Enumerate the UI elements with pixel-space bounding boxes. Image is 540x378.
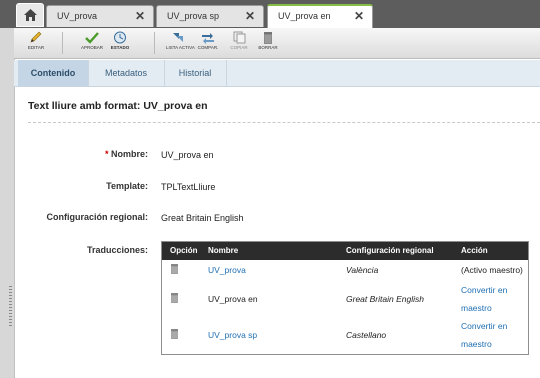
status-label: ESTADO [110,45,130,50]
compare-button[interactable]: COMPAR. [196,31,220,50]
delete-label: BORRAR [258,45,278,50]
edit-label: EDITAR [27,45,45,50]
compare-label: COMPAR. [197,45,219,50]
tab-uv-prova-en[interactable]: UV_prova en ✕ [267,4,373,28]
close-icon[interactable]: ✕ [135,10,145,22]
translation-name-link[interactable]: UV_prova [208,265,246,275]
table-row: UV_prova València (Activo maestro) [162,260,528,280]
config-label: Configuración regional: [46,212,148,222]
compare-icon [202,33,214,44]
translations-table: Opción Nombre Configuración regional Acc… [161,241,529,355]
close-icon[interactable]: ✕ [245,10,255,22]
home-icon [23,9,37,21]
left-panel-bar [0,28,15,378]
toolbar-separator [154,32,155,54]
page-title: Text lliure amb format: UV_prova en [28,100,208,112]
convert-master-link[interactable]: Convertir en [461,321,507,331]
toolbar-separator [62,32,63,54]
delete-button[interactable]: BORRAR [256,31,280,50]
divider [28,122,540,123]
config-value: Great Britain English [161,213,244,223]
approve-label: APROBAR [80,45,103,50]
copy-icon [233,31,246,44]
tab-label: UV_prova sp [167,11,220,21]
active-list-label: LISTA ACTIVA [166,45,195,50]
trash-icon[interactable] [170,264,179,274]
approve-button[interactable]: APROBAR [80,31,104,50]
translation-locale: Castellano [346,330,387,340]
tab-contenido[interactable]: Contenido [18,60,89,86]
active-list-button[interactable]: LISTA ACTIVA [166,31,195,50]
nombre-label: * Nombre: [70,149,148,159]
convert-master-link[interactable]: Convertir en [461,285,507,295]
template-label: Template: [106,181,148,191]
nombre-label-text: Nombre: [110,149,148,159]
translation-locale: Great Britain English [346,294,424,304]
template-value: TPLTextLliure [161,182,216,192]
tab-metadatos[interactable]: Metadatos [88,60,165,86]
tab-label: UV_prova [57,11,98,21]
nombre-value: UV_prova en [161,150,214,160]
tab-historial[interactable]: Historial [164,60,227,86]
header-accion: Acción [461,246,488,255]
table-row: UV_prova en Great Britain English Conver… [162,282,528,318]
traducciones-label: Traducciones: [86,245,148,255]
toolbar: EDITAR APROBAR ESTADO LISTA ACTIVA COMPA… [14,28,540,59]
translation-name-link[interactable]: UV_prova sp [208,330,257,340]
header-config: Configuración regional [346,246,434,255]
header-nombre: Nombre [208,246,239,255]
tab-uv-prova[interactable]: UV_prova ✕ [46,5,154,27]
copy-button[interactable]: COPIAR [227,31,251,50]
active-list-icon [173,33,183,42]
pencil-icon [30,31,42,43]
close-icon[interactable]: ✕ [354,10,364,22]
convert-master-link-line2[interactable]: maestro [461,303,492,313]
status-button[interactable]: ESTADO [108,31,132,50]
copy-label: COPIAR [230,45,248,50]
content-tabs: Contenido Metadatos Historial [14,60,540,87]
document-tab-bar: UV_prova ✕ UV_prova sp ✕ UV_prova en ✕ [0,0,540,28]
tab-label: UV_prova en [278,11,331,21]
home-button[interactable] [16,3,44,27]
translation-name: UV_prova en [208,294,258,304]
master-status: (Activo maestro) [461,265,523,275]
tab-uv-prova-sp[interactable]: UV_prova sp ✕ [156,5,264,27]
edit-button[interactable]: EDITAR [24,31,48,50]
table-row: UV_prova sp Castellano Convertir en maes… [162,319,528,355]
trash-icon [264,32,272,44]
table-header: Opción Nombre Configuración regional Acc… [162,242,528,260]
resize-handle[interactable] [9,286,12,326]
translation-locale: València [346,265,379,275]
checkmark-icon [85,32,99,44]
header-opcion: Opción [170,246,198,255]
trash-icon[interactable] [170,293,179,303]
convert-master-link-line2[interactable]: maestro [461,339,492,349]
trash-icon[interactable] [170,329,179,339]
clock-icon [114,31,126,44]
